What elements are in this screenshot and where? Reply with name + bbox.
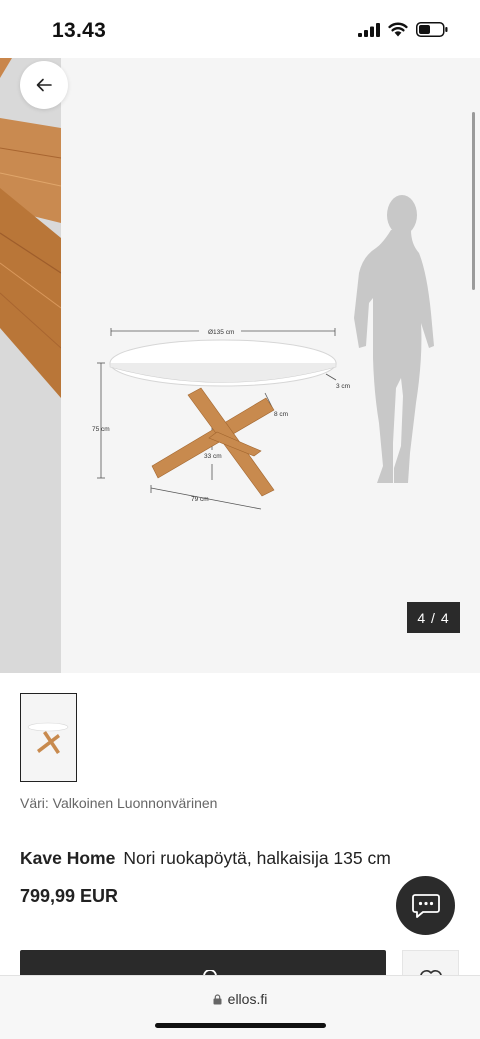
- back-button[interactable]: [20, 61, 68, 109]
- lock-icon: [213, 993, 222, 1004]
- product-title: Kave Home Nori ruokapöytä, halkaisija 135…: [20, 848, 391, 869]
- chat-bubble-icon: [411, 893, 440, 918]
- url-text: ellos.fi: [227, 991, 268, 1007]
- home-indicator[interactable]: [155, 1023, 326, 1028]
- diameter-label: Ø135 cm: [208, 329, 234, 336]
- leg-size-label: 8 cm: [274, 411, 288, 418]
- slide-counter: 4 / 4: [407, 602, 460, 633]
- table-dimension-drawing: Ø135 cm 75 cm 3 cm 8 cm 33 cm 79 cm: [61, 58, 480, 673]
- base-width-label: 79 cm: [191, 496, 209, 503]
- color-label: Väri: Valkoinen Luonnonvärinen: [20, 795, 218, 811]
- top-thickness-label: 3 cm: [336, 383, 350, 390]
- leg-height-label: 33 cm: [204, 453, 222, 460]
- wood-grain-image: [0, 58, 61, 673]
- browser-bottom-bar: ellos.fi: [0, 975, 480, 1039]
- url-bar[interactable]: ellos.fi: [0, 991, 480, 1007]
- product-thumbnail[interactable]: [20, 693, 77, 782]
- main-slide[interactable]: Ø135 cm 75 cm 3 cm 8 cm 33 cm 79 cm: [61, 58, 480, 673]
- previous-slide-preview[interactable]: [0, 58, 61, 673]
- battery-icon: [416, 22, 448, 37]
- chat-button[interactable]: [396, 876, 455, 935]
- product-price: 799,99 EUR: [20, 886, 119, 906]
- product-image-gallery[interactable]: Ø135 cm 75 cm 3 cm 8 cm 33 cm 79 cm 4 / …: [0, 58, 480, 673]
- height-label: 75 cm: [92, 426, 110, 433]
- status-bar: 13.43: [0, 0, 480, 58]
- status-time: 13.43: [52, 19, 107, 42]
- brand-name[interactable]: Kave Home: [20, 848, 115, 868]
- cellular-signal-icon: [358, 22, 380, 37]
- status-icons: [358, 22, 448, 37]
- arrow-left-icon: [36, 78, 52, 92]
- wifi-icon: [388, 22, 408, 37]
- product-name: Nori ruokapöytä, halkaisija 135 cm: [123, 848, 391, 868]
- table-thumbnail-image: [21, 694, 76, 781]
- page-scroll-indicator: [472, 112, 475, 290]
